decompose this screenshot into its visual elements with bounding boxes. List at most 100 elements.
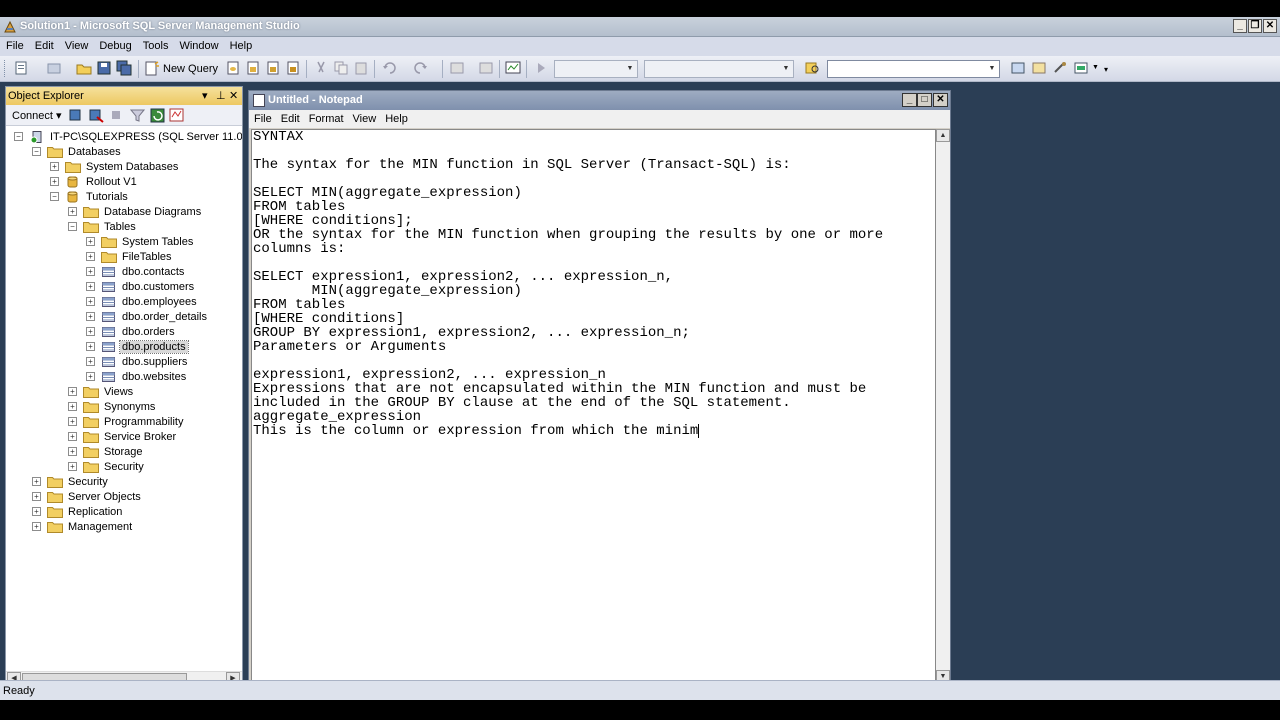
notepad-menu-help[interactable]: Help <box>380 110 412 125</box>
navigate-forward-icon[interactable] <box>478 60 495 76</box>
collapse-icon[interactable]: − <box>32 147 41 156</box>
tree-node[interactable]: + Replication <box>32 504 124 519</box>
menu-file[interactable]: File <box>0 37 29 52</box>
find-combo[interactable]: ▼ <box>827 60 1000 78</box>
notepad-maximize-button[interactable]: □ <box>917 93 932 107</box>
tree-node[interactable]: + Database Diagrams <box>68 204 203 219</box>
tree-node[interactable]: + dbo.order_details <box>86 309 209 324</box>
expand-icon[interactable]: + <box>86 327 95 336</box>
expand-icon[interactable]: + <box>86 312 95 321</box>
tree-node[interactable]: + FileTables <box>86 249 174 264</box>
execute-icon[interactable] <box>533 60 550 76</box>
connect-button[interactable]: Connect ▾ <box>12 109 62 122</box>
refresh-icon[interactable] <box>150 108 165 123</box>
tree-node[interactable]: + dbo.suppliers <box>86 354 189 369</box>
properties-window-icon[interactable] <box>1073 60 1090 76</box>
filter-icon[interactable] <box>130 108 145 123</box>
notepad-text-area[interactable]: SYNTAX The syntax for the MIN function i… <box>251 129 936 684</box>
expand-icon[interactable]: + <box>86 237 95 246</box>
paste-icon[interactable] <box>353 60 370 76</box>
expand-icon[interactable]: + <box>68 432 77 441</box>
tree-node[interactable]: + Server Objects <box>32 489 143 504</box>
tree-node[interactable]: + dbo.products <box>86 339 189 354</box>
save-icon[interactable] <box>96 60 113 76</box>
menu-help[interactable]: Help <box>224 37 258 52</box>
notepad-menu-file[interactable]: File <box>249 110 276 125</box>
redo-icon[interactable] <box>412 60 429 76</box>
menu-window[interactable]: Window <box>173 37 223 52</box>
minimize-button[interactable]: _ <box>1233 19 1247 33</box>
notepad-menu-edit[interactable]: Edit <box>276 110 304 125</box>
expand-icon[interactable]: + <box>32 492 41 501</box>
tree-node[interactable]: + Management <box>32 519 134 534</box>
expand-icon[interactable]: + <box>50 177 59 186</box>
expand-icon[interactable]: + <box>32 477 41 486</box>
connect-object-explorer-icon[interactable] <box>68 108 84 123</box>
tree-node[interactable]: + Service Broker <box>68 429 178 444</box>
tree-node[interactable]: − Tutorials <box>50 189 130 204</box>
expand-icon[interactable]: + <box>32 507 41 516</box>
expand-icon[interactable]: + <box>50 162 59 171</box>
menu-tools[interactable]: Tools <box>137 37 174 52</box>
toolbar-overflow-icon[interactable]: ▾ <box>1104 65 1108 74</box>
xmla-query-icon[interactable] <box>285 60 302 76</box>
expand-icon[interactable]: + <box>68 387 77 396</box>
tree-node[interactable]: + dbo.orders <box>86 324 177 339</box>
notepad-minimize-button[interactable]: _ <box>902 93 917 107</box>
expand-icon[interactable]: + <box>32 522 41 531</box>
toolbox-icon[interactable] <box>1052 60 1069 76</box>
auto-hide-pin-icon[interactable]: ⊥ <box>216 89 226 102</box>
expand-icon[interactable]: + <box>86 252 95 261</box>
expand-icon[interactable]: + <box>86 342 95 351</box>
object-explorer-icon[interactable] <box>1031 60 1048 76</box>
tree-node[interactable]: + Storage <box>68 444 145 459</box>
chevron-down-icon[interactable]: ▼ <box>1092 64 1099 71</box>
notepad-close-button[interactable]: ✕ <box>933 93 948 107</box>
add-item-icon[interactable] <box>46 60 63 76</box>
find-in-files-icon[interactable] <box>804 60 821 76</box>
navigate-backward-icon[interactable] <box>449 60 466 76</box>
expand-icon[interactable]: + <box>86 282 95 291</box>
tree-node[interactable]: + dbo.contacts <box>86 264 186 279</box>
tree-node[interactable]: − Tables <box>68 219 138 234</box>
save-all-icon[interactable] <box>116 60 133 76</box>
new-query-button[interactable]: New Query <box>144 60 218 78</box>
tree-node[interactable]: + Rollout V1 <box>50 174 139 189</box>
expand-icon[interactable]: + <box>86 372 95 381</box>
collapse-icon[interactable]: − <box>14 132 23 141</box>
tree-node[interactable]: + dbo.customers <box>86 279 196 294</box>
registered-servers-icon[interactable] <box>1010 60 1027 76</box>
tree-node[interactable]: + Security <box>32 474 110 489</box>
expand-icon[interactable]: + <box>86 357 95 366</box>
disconnect-icon[interactable] <box>88 108 104 123</box>
tree-node[interactable]: + Programmability <box>68 414 185 429</box>
tree-node[interactable]: − Databases <box>32 144 123 159</box>
collapse-icon[interactable]: − <box>50 192 59 201</box>
collapse-icon[interactable]: − <box>68 222 77 231</box>
analysis-mdx-query-icon[interactable] <box>245 60 262 76</box>
solution-configurations-dropdown[interactable]: ▼ <box>554 60 638 78</box>
copy-icon[interactable] <box>333 60 350 76</box>
tree-node[interactable]: + System Databases <box>50 159 180 174</box>
tree-node[interactable]: − IT-PC\SQLEXPRESS (SQL Server 11.0.2100 <box>14 129 242 144</box>
undo-icon[interactable] <box>381 60 398 76</box>
menu-view[interactable]: View <box>59 37 94 52</box>
vertical-scrollbar[interactable]: ▲ ▼ <box>936 129 950 684</box>
scroll-up-icon[interactable]: ▲ <box>936 129 950 142</box>
notepad-menu-view[interactable]: View <box>348 110 381 125</box>
window-position-dropdown-icon[interactable]: ▾ <box>202 89 208 102</box>
menu-edit[interactable]: Edit <box>29 37 59 52</box>
tree-node[interactable]: + dbo.websites <box>86 369 188 384</box>
tree-node[interactable]: + Security <box>68 459 146 474</box>
close-button[interactable]: ✕ <box>1263 19 1277 33</box>
menu-debug[interactable]: Debug <box>93 37 136 52</box>
database-engine-query-icon[interactable] <box>225 60 242 76</box>
open-file-icon[interactable] <box>76 60 93 76</box>
new-project-icon[interactable] <box>13 60 30 76</box>
expand-icon[interactable]: + <box>68 402 77 411</box>
expand-icon[interactable]: + <box>68 207 77 216</box>
notepad-menu-format[interactable]: Format <box>304 110 348 125</box>
expand-icon[interactable]: + <box>68 447 77 456</box>
expand-icon[interactable]: + <box>86 267 95 276</box>
expand-icon[interactable]: + <box>86 297 95 306</box>
